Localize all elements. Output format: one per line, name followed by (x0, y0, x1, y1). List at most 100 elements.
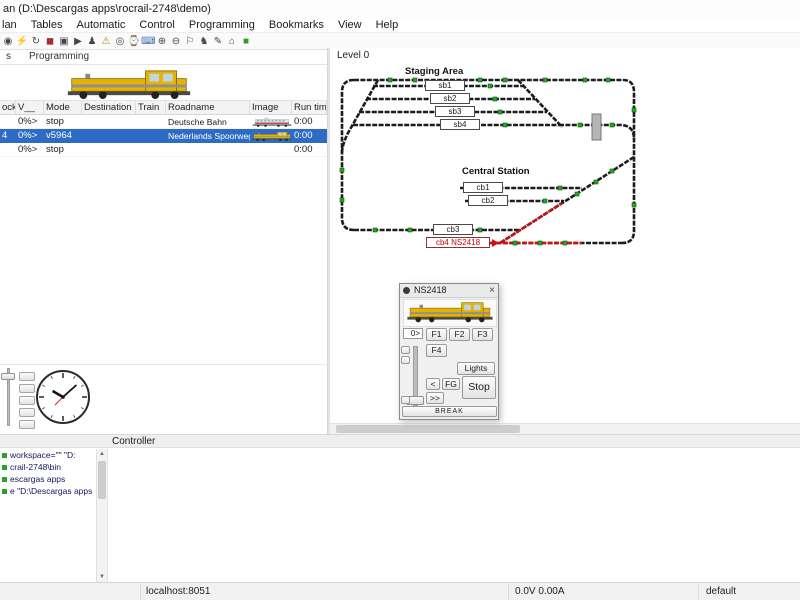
mini-function-button[interactable] (19, 372, 35, 381)
col-mode[interactable]: Mode (44, 101, 82, 114)
block-sb2[interactable]: sb2 (430, 93, 470, 104)
block-cb4-occupied[interactable]: cb4 NS2418 (426, 237, 490, 248)
bridge (591, 113, 602, 141)
f4-button[interactable]: F4 (426, 344, 447, 357)
trace-icon[interactable]: ◎ (113, 34, 127, 49)
auto-mode-icon[interactable]: ▶ (71, 34, 85, 49)
controller-output-area[interactable] (107, 449, 800, 582)
yellow-loco-image (252, 130, 292, 142)
menu-item-control[interactable]: Control (132, 18, 181, 32)
emergency-break-icon[interactable]: ▣ (57, 34, 71, 49)
menu-bar: lan Tables Automatic Control Programming… (0, 18, 800, 33)
slider-step-button[interactable] (401, 356, 410, 364)
monitor-icon[interactable]: ⌨ (141, 34, 155, 49)
throttle-title: NS2418 (414, 285, 447, 295)
reset-icon[interactable]: ↻ (29, 34, 43, 49)
f1-button[interactable]: F1 (426, 328, 447, 341)
block-sb4[interactable]: sb4 (440, 119, 480, 130)
close-icon[interactable]: × (489, 284, 495, 297)
sensors-layer (339, 77, 637, 246)
staging-area-label: Staging Area (405, 66, 464, 77)
scrollbar-thumb[interactable] (336, 425, 520, 433)
menu-item-tables[interactable]: Tables (24, 18, 70, 32)
slider-step-button[interactable] (401, 396, 410, 404)
log-level-icon (2, 452, 7, 458)
block-cb1[interactable]: cb1 (463, 182, 503, 193)
level-caption: Level 0 (337, 50, 370, 61)
col-v[interactable]: V__ (16, 101, 44, 114)
tab-trains[interactable]: s (0, 50, 20, 64)
log-vertical-scrollbar[interactable]: ▲ ▼ (96, 449, 107, 582)
menu-item-view[interactable]: View (331, 18, 369, 32)
yellow-loco-image (406, 300, 494, 323)
lights-button[interactable]: Lights (457, 362, 495, 375)
stop-icon[interactable]: ◼ (43, 34, 57, 49)
folder-icon[interactable]: ⌂ (225, 34, 239, 49)
log-level-icon (2, 476, 7, 482)
flag-icon[interactable]: ⚐ (183, 34, 197, 49)
slider-step-button[interactable] (401, 346, 410, 354)
status-power: 0.0V 0.00A (515, 586, 565, 597)
throttle-titlebar[interactable]: NS2418 × (400, 284, 498, 298)
next-button[interactable]: >> (426, 392, 444, 404)
go-icon[interactable]: ■ (239, 34, 253, 49)
menu-item-help[interactable]: Help (369, 18, 406, 32)
throttle-loco-image (403, 299, 497, 327)
block-sb3[interactable]: sb3 (435, 106, 475, 117)
log-line: escargas apps (0, 473, 96, 485)
zoom-out-icon[interactable]: ⊖ (169, 34, 183, 49)
zoom-in-icon[interactable]: ⊕ (155, 34, 169, 49)
log-level-icon (2, 488, 7, 494)
col-train[interactable]: Train (136, 101, 166, 114)
warning-icon[interactable]: ⚠ (99, 34, 113, 49)
divider (698, 585, 699, 599)
selected-loco-preview (63, 67, 195, 100)
loco-table-row[interactable]: 0%> stop Deutsche Bahn 0:00 (0, 115, 327, 129)
throttle-dialog: NS2418 × 0> F1 F2 F3 F4 Lights < FG Stop… (399, 283, 499, 420)
notes-icon[interactable]: ✎ (211, 34, 225, 49)
block-sb1[interactable]: sb1 (425, 80, 465, 91)
scroll-down-icon[interactable]: ▼ (97, 572, 107, 582)
f2-button[interactable]: F2 (449, 328, 470, 341)
mini-function-button[interactable] (19, 420, 35, 429)
loco-table-row-selected[interactable]: 4 0%> v5964 Nederlands Spoorwegen 0:00 (0, 129, 327, 143)
break-button[interactable]: BREAK (402, 406, 497, 417)
loco-badge-icon (403, 287, 410, 294)
col-roadname[interactable]: Roadname (166, 101, 250, 114)
left-tab-bar: s Programming (0, 50, 327, 65)
speed-slider-handle[interactable] (1, 373, 15, 380)
tab-programming[interactable]: Programming (20, 50, 98, 64)
prev-button[interactable]: < (426, 378, 440, 390)
f3-button[interactable]: F3 (472, 328, 493, 341)
plan-horizontal-scrollbar[interactable] (330, 423, 800, 434)
plug-icon[interactable]: ⚡ (15, 34, 29, 49)
server-log-pane[interactable]: workspace="" "D: crail-2748\bin escargas… (0, 449, 96, 582)
loco-table-row[interactable]: 0%> stop 0:00 (0, 143, 327, 157)
mini-function-button[interactable] (19, 384, 35, 393)
col-runtime[interactable]: Run time (292, 101, 327, 114)
loco-icon[interactable]: ♟ (85, 34, 99, 49)
menu-item-programming[interactable]: Programming (182, 18, 262, 32)
menu-item-plan[interactable]: lan (0, 18, 24, 32)
col-image[interactable]: Image (250, 101, 292, 114)
col-block[interactable]: ock (0, 101, 16, 114)
mini-function-button[interactable] (19, 408, 35, 417)
scroll-up-icon[interactable]: ▲ (97, 449, 107, 459)
log-line: e "D:\Descargas apps (0, 485, 96, 497)
direction-arrow (492, 239, 499, 247)
menu-item-bookmarks[interactable]: Bookmarks (262, 18, 331, 32)
stop-button[interactable]: Stop (462, 376, 496, 399)
analog-clock (36, 370, 90, 424)
controller-panel-header: Controller (0, 434, 800, 448)
fg-button[interactable]: FG (442, 378, 460, 390)
block-cb3[interactable]: cb3 (433, 224, 473, 235)
clock-icon[interactable]: ⌚ (127, 34, 141, 49)
col-destination[interactable]: Destination (82, 101, 136, 114)
scrollbar-thumb[interactable] (98, 461, 106, 499)
knight-icon[interactable]: ♞ (197, 34, 211, 49)
menu-item-automatic[interactable]: Automatic (69, 18, 132, 32)
power-icon[interactable]: ◉ (1, 34, 15, 49)
mini-function-button[interactable] (19, 396, 35, 405)
block-cb2[interactable]: cb2 (468, 195, 508, 206)
loco-table-header: ock V__ Mode Destination Train Roadname … (0, 100, 327, 115)
